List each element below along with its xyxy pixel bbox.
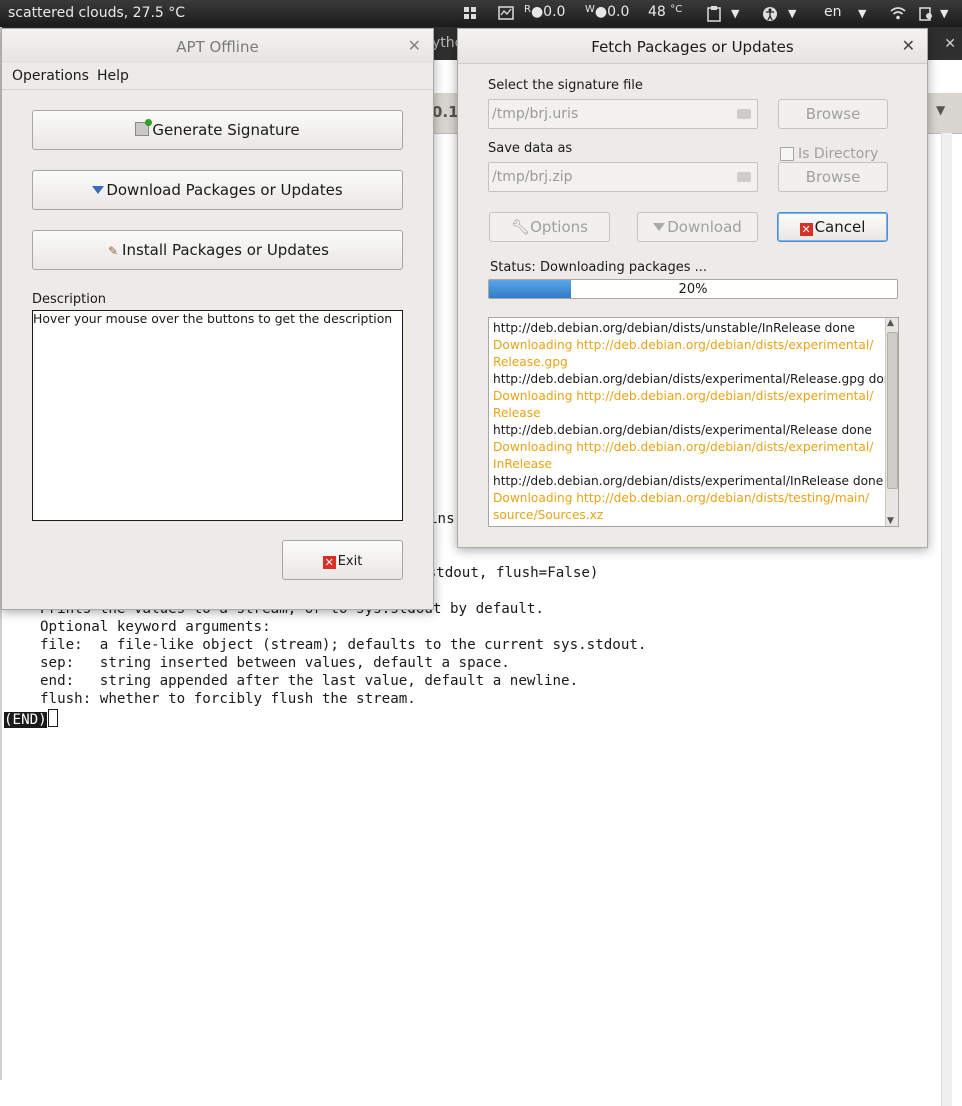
is-directory-label: Is Directory xyxy=(798,146,879,162)
close-icon[interactable]: ✕ xyxy=(408,36,421,55)
apt-offline-window: APT Offline ✕ Operations Help Generate S… xyxy=(1,28,434,610)
fetch-packages-window: Fetch Packages or Updates ✕ Select the s… xyxy=(457,28,928,548)
terminal-scrollbar[interactable] xyxy=(941,133,952,1106)
clear-icon[interactable] xyxy=(737,172,751,182)
disk-write-indicator[interactable]: W●0.0 xyxy=(585,4,629,20)
terminal-line: file: a file-like object (stream); defau… xyxy=(40,637,647,653)
description-label: Description xyxy=(32,292,107,307)
close-icon[interactable]: ✕ xyxy=(944,36,956,52)
log-line: Downloading http://deb.debian.org/debian… xyxy=(493,338,874,352)
description-text: Hover your mouse over the buttons to get… xyxy=(33,311,393,326)
log-line: Downloading http://deb.debian.org/debian… xyxy=(493,389,874,403)
temperature-indicator[interactable]: 48 °C xyxy=(648,4,682,20)
exit-button[interactable]: ✕ Exit xyxy=(282,540,403,580)
monitor-icon[interactable] xyxy=(498,6,514,20)
terminal-line: sep: string inserted between values, def… xyxy=(40,655,510,671)
download-arrow-icon xyxy=(653,223,666,231)
signature-file-label: Select the signature file xyxy=(488,78,643,93)
disk-read-indicator[interactable]: R●0.0 xyxy=(524,4,565,20)
browse-save-button[interactable]: Browse xyxy=(778,162,888,192)
top-panel: scattered clouds, 27.5 °C R●0.0 W●0.0 48… xyxy=(0,0,962,27)
log-scroll-thumb[interactable] xyxy=(887,332,898,489)
chevron-down-icon[interactable]: ▼ xyxy=(936,103,945,117)
power-icon[interactable] xyxy=(918,6,932,21)
download-button[interactable]: Download xyxy=(637,212,758,242)
log-line: Release xyxy=(493,406,541,420)
status-label: Status: xyxy=(490,260,536,275)
log-line: http://deb.debian.org/debian/dists/unsta… xyxy=(493,321,856,335)
pager-end-marker: (END) xyxy=(4,712,47,728)
install-packages-button[interactable]: ✎ Install Packages or Updates xyxy=(32,230,403,270)
hammer-icon: ✎ xyxy=(108,244,119,258)
terminal-end-line: (END) xyxy=(4,709,58,728)
cancel-icon: ✕ xyxy=(799,223,813,236)
log-line: http://deb.debian.org/debian/dists/exper… xyxy=(493,423,872,437)
menu-bar: Operations Help xyxy=(2,63,433,90)
weather-indicator[interactable]: scattered clouds, 27.5 °C xyxy=(8,5,185,21)
signature-file-input[interactable]: /tmp/brj.uris xyxy=(488,99,758,129)
menu-help[interactable]: Help xyxy=(97,68,129,84)
log-line: Release.gpg xyxy=(493,355,568,369)
status-value: Downloading packages ... xyxy=(540,260,708,275)
log-line: http://deb.debian.org/debian/dists/exper… xyxy=(493,474,884,488)
log-line: InRelease xyxy=(493,457,552,471)
power-chevron-down-icon[interactable]: ▼ xyxy=(940,7,948,20)
save-data-label: Save data as xyxy=(488,141,573,156)
generate-signature-button[interactable]: Generate Signature xyxy=(32,110,403,150)
clipboard-chevron-down-icon[interactable]: ▼ xyxy=(731,7,739,20)
menu-operations[interactable]: Operations xyxy=(12,68,89,84)
grid-icon[interactable] xyxy=(463,6,477,20)
wrench-icon: 🔧︎ xyxy=(511,218,531,236)
language-chevron-down-icon[interactable]: ▼ xyxy=(858,7,866,20)
log-line: http://deb.debian.org/debian/dists/exper… xyxy=(493,372,899,386)
cancel-button[interactable]: ✕ Cancel xyxy=(777,212,888,242)
scroll-down-icon[interactable]: ▼ xyxy=(887,516,894,526)
accessibility-chevron-down-icon[interactable]: ▼ xyxy=(788,7,796,20)
download-packages-button[interactable]: Download Packages or Updates xyxy=(32,170,403,210)
keyboard-layout-indicator[interactable]: en xyxy=(824,4,842,20)
terminal-line: end: string appended after the last valu… xyxy=(40,673,579,689)
exit-icon: ✕ xyxy=(322,556,336,569)
options-button[interactable]: 🔧︎Options xyxy=(489,212,610,242)
accessibility-icon[interactable] xyxy=(762,6,777,21)
terminal-line: flush: whether to forcibly flush the str… xyxy=(40,691,416,707)
apt-offline-titlebar[interactable]: APT Offline ✕ xyxy=(2,29,433,64)
close-icon[interactable]: ✕ xyxy=(902,36,915,55)
log-line: Downloading http://deb.debian.org/debian… xyxy=(493,491,870,505)
log-scrollbar[interactable]: ▲ ▼ xyxy=(885,318,898,526)
progress-percent: 20% xyxy=(678,282,708,297)
download-log[interactable]: source/Sources.xz Downloading http://deb.… xyxy=(488,317,899,527)
wifi-icon[interactable] xyxy=(890,6,906,20)
window-title: Fetch Packages or Updates xyxy=(591,38,794,56)
is-directory-checkbox[interactable] xyxy=(780,147,794,161)
terminal-line: Optional keyword arguments: xyxy=(40,619,271,635)
terminal-cursor xyxy=(47,709,58,727)
download-progress-bar: 20% xyxy=(488,279,898,299)
download-arrow-icon xyxy=(92,186,105,194)
clipboard-icon[interactable] xyxy=(707,6,721,22)
fetch-titlebar[interactable]: Fetch Packages or Updates ✕ xyxy=(458,29,927,64)
signature-icon xyxy=(135,119,153,136)
save-data-input[interactable]: /tmp/brj.zip xyxy=(488,162,758,192)
scroll-up-icon[interactable]: ▲ xyxy=(887,318,894,328)
description-box: Hover your mouse over the buttons to get… xyxy=(32,310,403,521)
terminal-tab-close[interactable]: ✕ xyxy=(928,27,962,60)
clear-icon[interactable] xyxy=(737,109,751,119)
log-line: Downloading http://deb.debian.org/debian… xyxy=(493,440,874,454)
log-line: source/Sources.xz xyxy=(493,508,604,522)
window-title: APT Offline xyxy=(176,38,259,56)
browse-signature-button[interactable]: Browse xyxy=(778,99,888,129)
